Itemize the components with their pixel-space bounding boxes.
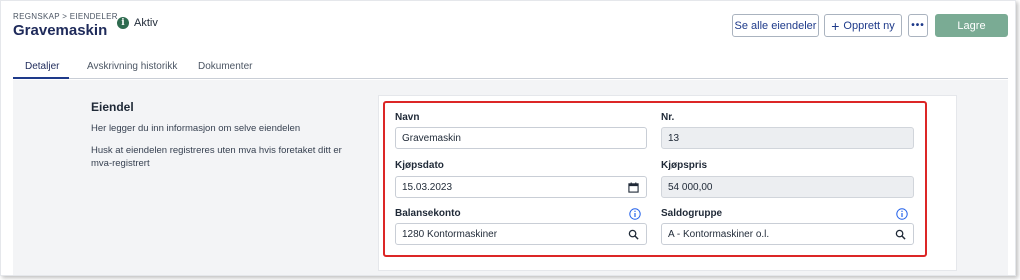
purchase-date-value: 15.03.2023 — [402, 181, 453, 193]
balance-group-search-icon[interactable] — [895, 229, 906, 240]
balance-account-field[interactable]: 1280 Kontormaskiner — [395, 223, 647, 245]
more-options-button[interactable]: ••• — [908, 14, 928, 37]
balance-group-value: A - Kontormaskiner o.l. — [668, 228, 770, 240]
name-field[interactable]: Gravemaskin — [395, 127, 647, 149]
save-button[interactable]: Lagre — [935, 14, 1008, 37]
active-tab-indicator — [13, 77, 69, 79]
purchase-date-label: Kjøpsdato — [395, 160, 444, 171]
tab-documents[interactable]: Dokumenter — [198, 61, 252, 72]
tab-details[interactable]: Detaljer — [25, 61, 59, 72]
status-label: Aktiv — [134, 17, 158, 29]
number-field: 13 — [661, 127, 914, 149]
tab-bar: Detaljer Avskrivning historikk Dokumente… — [13, 55, 1008, 79]
see-all-assets-button[interactable]: Se alle eiendeler — [732, 14, 819, 37]
balance-account-info-icon[interactable] — [629, 208, 641, 220]
balance-account-label: Balansekonto — [395, 208, 461, 219]
purchase-price-field: 54 000,00 — [661, 176, 914, 198]
page-title: Gravemaskin — [13, 22, 108, 39]
tab-depreciation-history[interactable]: Avskrivning historikk — [87, 61, 177, 72]
asset-detail-window: REGNSKAP > EIENDELER Gravemaskin i Aktiv… — [0, 0, 1016, 276]
section-title: Eiendel — [91, 100, 134, 114]
name-label: Navn — [395, 112, 420, 123]
balance-group-info-icon[interactable] — [896, 208, 908, 220]
status-badge: i Aktiv — [117, 17, 158, 29]
balance-account-search-icon[interactable] — [628, 229, 639, 240]
status-info-icon: i — [117, 17, 129, 29]
main-content: Eiendel Her legger du inn informasjon om… — [13, 80, 1008, 275]
balance-account-value: 1280 Kontormaskiner — [402, 228, 498, 240]
balance-group-field[interactable]: A - Kontormaskiner o.l. — [661, 223, 914, 245]
purchase-date-field[interactable]: 15.03.2023 — [395, 176, 647, 198]
create-new-button[interactable]: + Opprett ny — [824, 14, 902, 37]
create-new-label: Opprett ny — [843, 19, 895, 32]
asset-form-card: Navn Gravemaskin Nr. 13 Kjøpsdato 15.03.… — [378, 95, 957, 271]
breadcrumb[interactable]: REGNSKAP > EIENDELER — [13, 12, 118, 21]
balance-group-label: Saldogruppe — [661, 208, 723, 219]
plus-icon: + — [831, 17, 840, 34]
number-label: Nr. — [661, 112, 675, 123]
section-description: Her legger du inn informasjon om selve e… — [91, 123, 301, 134]
purchase-price-label: Kjøpspris — [661, 160, 708, 171]
section-vat-note: Husk at eiendelen registreres uten mva h… — [91, 145, 342, 169]
calendar-icon[interactable] — [628, 182, 639, 193]
